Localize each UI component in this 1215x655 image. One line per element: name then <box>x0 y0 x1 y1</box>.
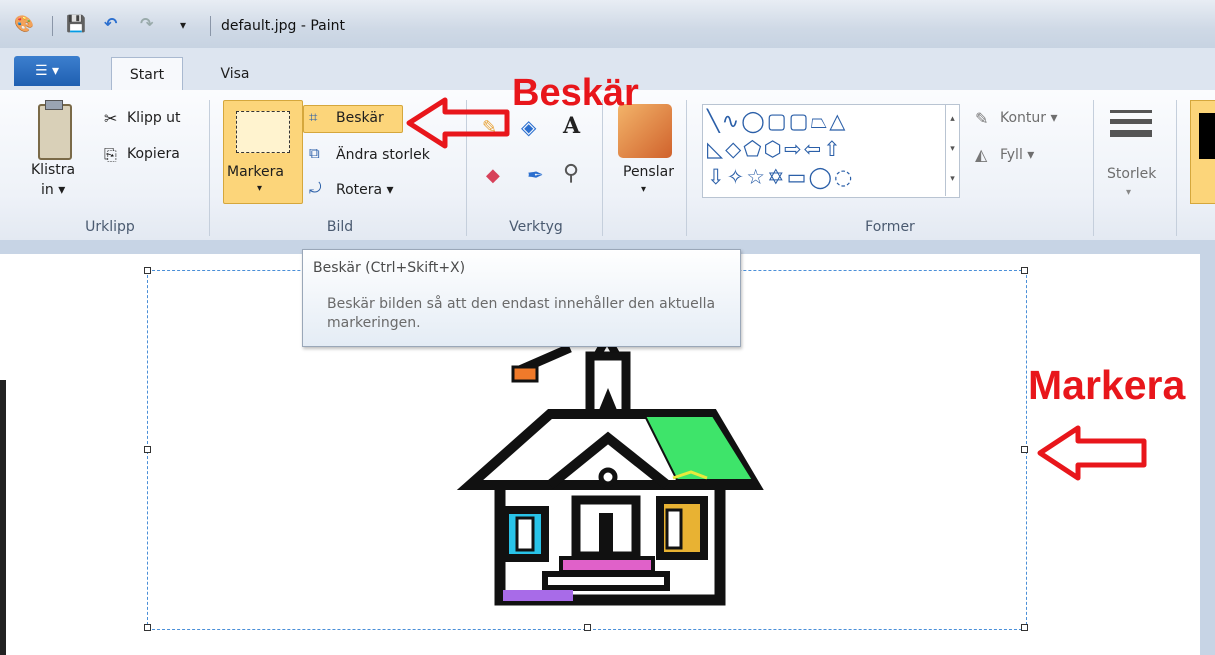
paste-button-label[interactable]: Klistra <box>31 162 75 178</box>
group-separator <box>602 100 603 236</box>
shapes-scroll[interactable]: ▴ ▾ ▾ <box>945 104 959 196</box>
copy-button[interactable]: Kopiera <box>127 146 180 162</box>
save-icon[interactable]: 💾 <box>66 14 86 33</box>
chevron-down-icon: ▾ <box>257 183 263 194</box>
chevron-down-icon: ▾ <box>1126 187 1132 198</box>
shapes-icons: ╲∿◯▢▢⏢△ ◺◇⬠⬡⇨⇦⇧ ⇩✧☆✡▭◯◌ <box>707 109 855 189</box>
color-swatch-black <box>1199 113 1215 159</box>
paste-dropdown[interactable]: in ▾ <box>41 182 65 198</box>
group-label-former: Former <box>865 219 915 235</box>
outline-button[interactable]: Kontur ▾ <box>1000 110 1058 126</box>
color-picker-icon[interactable]: ✒ <box>527 163 544 187</box>
group-label-bild: Bild <box>326 219 354 235</box>
title-bar: 🎨 💾 ↶ ↷ ▾ default.jpg - Paint <box>0 0 1215 48</box>
scissors-icon: ✂ <box>104 109 118 128</box>
line-size-icon[interactable] <box>1110 110 1152 137</box>
text-tool-icon[interactable]: A <box>563 113 580 139</box>
annotation-arrow-crop <box>406 97 510 149</box>
group-label-verktyg: Verktyg <box>509 219 563 235</box>
group-separator <box>686 100 687 236</box>
rotate-button[interactable]: Rotera ▾ <box>336 182 394 198</box>
window-title: default.jpg - Paint <box>221 18 345 34</box>
color1-button[interactable] <box>1190 100 1215 204</box>
crop-tooltip: Beskär (Ctrl+Skift+X) Beskär bilden så a… <box>302 249 741 347</box>
tooltip-body: Beskär bilden så att den endast innehåll… <box>327 296 716 331</box>
group-separator <box>1176 100 1177 236</box>
separator <box>210 16 211 36</box>
eraser-icon[interactable]: ◆ <box>486 165 500 186</box>
group-label-urklipp: Urklipp <box>85 219 135 235</box>
redo-icon[interactable]: ↷ <box>140 14 153 33</box>
tab-start[interactable]: Start <box>111 57 183 92</box>
fill-button[interactable]: Fyll ▾ <box>1000 147 1034 163</box>
group-separator <box>1093 100 1094 236</box>
left-edge <box>0 380 6 655</box>
copy-icon: ⎘ <box>104 145 117 164</box>
resize-handle[interactable] <box>144 446 151 453</box>
annotation-arrow-select <box>1037 425 1147 481</box>
separator <box>52 16 53 36</box>
size-button[interactable]: Storlek <box>1107 166 1156 182</box>
shapes-gallery[interactable]: ╲∿◯▢▢⏢△ ◺◇⬠⬡⇨⇦⇧ ⇩✧☆✡▭◯◌ <box>702 104 960 198</box>
magnifier-icon[interactable]: ⚲ <box>563 161 579 186</box>
resize-handle[interactable] <box>144 624 151 631</box>
resize-handle[interactable] <box>144 267 151 274</box>
rotate-icon: ⤾ <box>309 179 322 197</box>
customize-qat-icon[interactable]: ▾ <box>180 18 186 32</box>
annotation-crop-label: Beskär <box>512 72 639 114</box>
tab-visa[interactable]: Visa <box>210 57 260 91</box>
undo-icon[interactable]: ↶ <box>104 14 117 33</box>
chevron-down-icon: ▾ <box>641 184 647 195</box>
group-separator <box>209 100 210 236</box>
resize-handle[interactable] <box>1021 446 1028 453</box>
cut-button[interactable]: Klipp ut <box>127 110 181 126</box>
clipboard-clip <box>45 100 63 110</box>
brushes-button[interactable]: Penslar <box>623 164 674 180</box>
resize-handle[interactable] <box>584 624 591 631</box>
tooltip-title: Beskär (Ctrl+Skift+X) <box>313 260 466 276</box>
file-menu-button[interactable]: ☰ ▾ <box>14 56 80 86</box>
resize-icon: ⧉ <box>309 144 320 162</box>
paint-app-icon[interactable]: 🎨 <box>14 14 34 33</box>
fill-icon: ◭ <box>975 145 988 164</box>
resize-handle[interactable] <box>1021 624 1028 631</box>
select-icon <box>236 111 290 153</box>
select-button-label: Markera <box>227 164 284 180</box>
outline-icon: ✎ <box>975 109 989 128</box>
fill-bucket-icon[interactable]: ◈ <box>521 115 536 139</box>
crop-button-label: Beskär <box>336 110 384 126</box>
crop-icon: ⌗ <box>309 108 318 126</box>
annotation-select-label: Markera <box>1028 362 1186 408</box>
clipboard-icon[interactable] <box>38 104 72 160</box>
resize-handle[interactable] <box>1021 267 1028 274</box>
